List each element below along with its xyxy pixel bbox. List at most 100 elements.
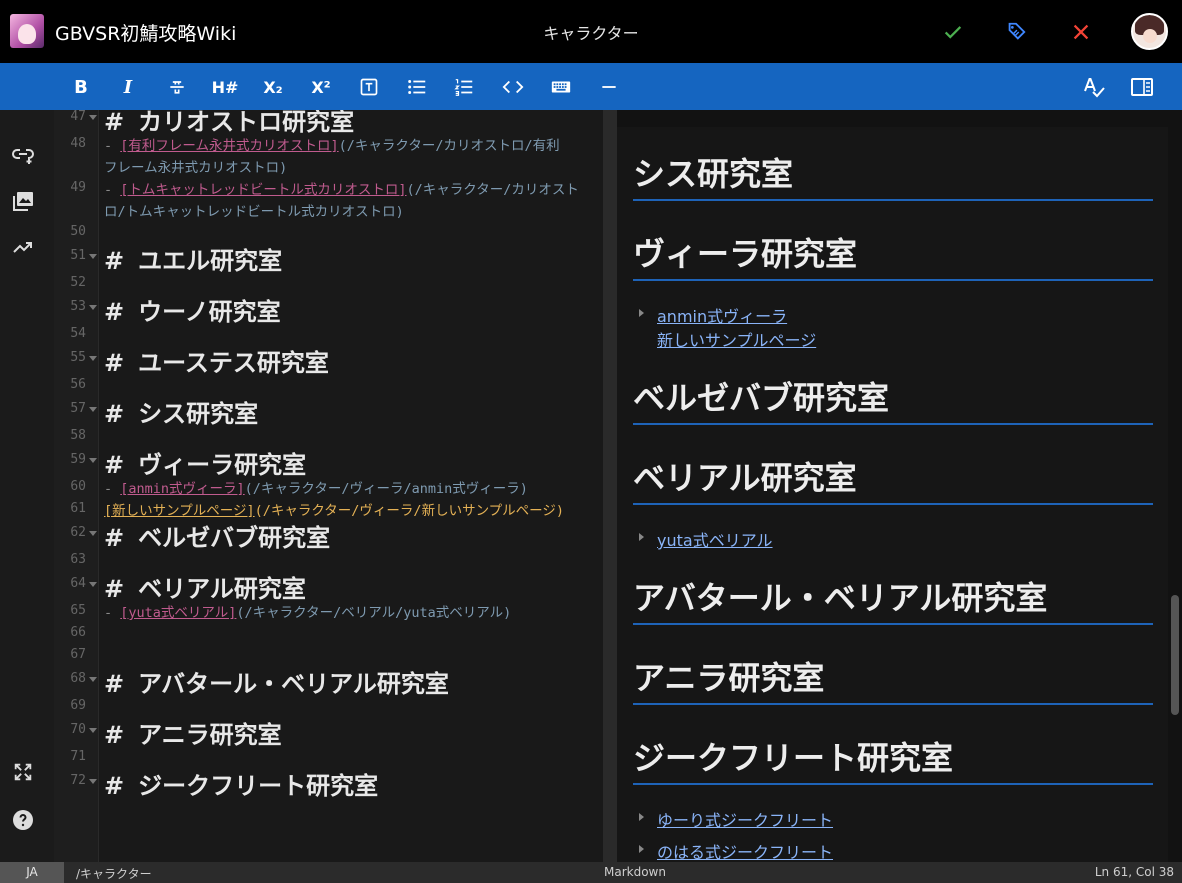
editor-line[interactable]: 52 bbox=[54, 271, 603, 293]
insert-link-button[interactable] bbox=[9, 140, 37, 168]
trend-icon bbox=[13, 242, 32, 253]
line-number: 65 bbox=[70, 603, 86, 618]
status-bar: JA /キャラクター Markdown Ln 61, Col 38 bbox=[0, 862, 1182, 883]
editor-line[interactable]: 57 # シス研究室 bbox=[54, 395, 603, 428]
fold-arrow-icon[interactable] bbox=[89, 582, 97, 587]
markdown-heading: # ジークフリート研究室 bbox=[104, 766, 378, 801]
spellcheck-icon bbox=[1084, 78, 1105, 98]
user-avatar[interactable] bbox=[1131, 13, 1168, 50]
expand-arrow-icon[interactable] bbox=[639, 533, 644, 541]
editor-line[interactable]: 60 - [anmin式ヴィーラ](/キャラクター/ヴィーラ/anmin式ヴィーラ… bbox=[54, 475, 603, 497]
list-marker: - bbox=[104, 182, 121, 198]
language-indicator[interactable]: JA bbox=[0, 862, 64, 883]
code-icon bbox=[502, 80, 524, 94]
save-button[interactable] bbox=[935, 14, 971, 50]
preview-heading: アニラ研究室 bbox=[633, 653, 1153, 705]
preview-link[interactable]: ゆーり式ジークフリート bbox=[657, 807, 833, 831]
strikethrough-icon bbox=[170, 81, 184, 94]
preview-link[interactable]: anmin式ヴィーラ bbox=[657, 303, 787, 327]
editor-line[interactable]: 72 # ジークフリート研究室 bbox=[54, 767, 603, 800]
wiki-logo[interactable] bbox=[10, 14, 44, 48]
fold-arrow-icon[interactable] bbox=[89, 677, 97, 682]
editor-line[interactable]: 48 - [有利フレーム永井式カリオストロ](/キャラクター/カリオストロ/有利フ… bbox=[54, 132, 603, 176]
fold-arrow-icon[interactable] bbox=[89, 779, 97, 784]
toggle-preview-button[interactable] bbox=[1126, 71, 1158, 103]
fold-arrow-icon[interactable] bbox=[89, 305, 97, 310]
preview-scrollbar[interactable] bbox=[1171, 595, 1179, 715]
numbered-list-button[interactable] bbox=[448, 71, 480, 103]
editor-line[interactable]: 61 [新しいサンプルページ](/キャラクター/ヴィーラ/新しいサンプルページ) bbox=[54, 497, 603, 519]
tag-button[interactable] bbox=[998, 14, 1034, 50]
bold-button[interactable]: B bbox=[65, 71, 97, 103]
editor-line[interactable]: 58 bbox=[54, 424, 603, 446]
fold-arrow-icon[interactable] bbox=[89, 254, 97, 259]
line-number: 68 bbox=[70, 671, 86, 686]
expand-arrow-icon[interactable] bbox=[639, 845, 644, 853]
preview-link[interactable]: 新しいサンプルページ bbox=[657, 327, 816, 351]
horizontal-rule-button[interactable] bbox=[593, 71, 625, 103]
line-number: 71 bbox=[70, 749, 86, 764]
editor-line[interactable]: 63 bbox=[54, 548, 603, 570]
image-library-icon bbox=[13, 192, 33, 211]
line-number: 64 bbox=[70, 576, 86, 591]
editor-line[interactable]: 49 - [トムキャットレッドビートル式カリオストロ](/キャラクター/カリオスト… bbox=[54, 176, 603, 220]
fold-arrow-icon[interactable] bbox=[89, 728, 97, 733]
textbox-button[interactable] bbox=[353, 71, 385, 103]
fold-arrow-icon[interactable] bbox=[89, 407, 97, 412]
fold-arrow-icon[interactable] bbox=[89, 115, 97, 120]
preview-link[interactable]: yuta式ベリアル bbox=[657, 527, 773, 551]
editor-line[interactable]: 70 # アニラ研究室 bbox=[54, 716, 603, 749]
wiki-title[interactable]: GBVSR初鯖攻略Wiki bbox=[55, 19, 236, 46]
markdown-link-line: - [anmin式ヴィーラ](/キャラクター/ヴィーラ/anmin式ヴィーラ) bbox=[104, 477, 528, 497]
editor-line[interactable]: 51 # ユエル研究室 bbox=[54, 242, 603, 275]
code-button[interactable] bbox=[497, 71, 529, 103]
editor-line[interactable]: 53 # ウーノ研究室 bbox=[54, 293, 603, 326]
link-label: [トムキャットレッドビートル式カリオストロ] bbox=[120, 182, 407, 198]
strikethrough-button[interactable] bbox=[161, 71, 193, 103]
editor-line[interactable]: 56 bbox=[54, 373, 603, 395]
editor-line[interactable]: 69 bbox=[54, 694, 603, 716]
editor-line[interactable]: 62 # ベルゼバブ研究室 bbox=[54, 519, 603, 552]
editor-line[interactable]: 67 bbox=[54, 643, 603, 665]
fold-arrow-icon[interactable] bbox=[89, 531, 97, 536]
keyboard-icon bbox=[551, 81, 571, 93]
close-button[interactable] bbox=[1063, 14, 1099, 50]
editor-line[interactable]: 50 bbox=[54, 220, 603, 242]
expand-arrow-icon[interactable] bbox=[639, 813, 644, 821]
link-add-icon bbox=[12, 149, 34, 164]
drawio-button[interactable] bbox=[9, 234, 37, 262]
markdown-editor[interactable]: 47 # カリオストロ研究室 48- [有利フレーム永井式カリオストロ](/キャラクタ… bbox=[54, 110, 603, 862]
fold-arrow-icon[interactable] bbox=[89, 356, 97, 361]
italic-button[interactable]: I bbox=[112, 71, 144, 103]
editor-line[interactable]: 66 bbox=[54, 621, 603, 643]
wrapped-link-url: フレーム永井式カリオストロ) bbox=[104, 156, 287, 176]
preview-heading: ヴィーラ研究室 bbox=[633, 229, 1153, 281]
preview-link[interactable]: のはる式ジークフリート bbox=[657, 839, 833, 862]
subscript-button[interactable]: X₂ bbox=[257, 71, 289, 103]
fold-arrow-icon[interactable] bbox=[89, 458, 97, 463]
line-number: 47 bbox=[70, 110, 86, 124]
attachments-button[interactable] bbox=[9, 187, 37, 215]
line-number: 53 bbox=[70, 299, 86, 314]
editor-line[interactable]: 55 # ユーステス研究室 bbox=[54, 344, 603, 377]
editor-line[interactable]: 47 # カリオストロ研究室 bbox=[54, 110, 603, 136]
help-button[interactable] bbox=[9, 806, 37, 834]
heading-button[interactable]: H# bbox=[206, 71, 244, 103]
editor-line[interactable]: 65 - [yuta式ベリアル](/キャラクター/ベリアル/yuta式ベリアル) bbox=[54, 599, 603, 621]
bullet-list-icon bbox=[408, 80, 426, 94]
editor-line[interactable]: 54 bbox=[54, 322, 603, 344]
editor-line[interactable]: 68 # アバタール・ベリアル研究室 bbox=[54, 665, 603, 698]
editor-line[interactable]: 71 bbox=[54, 745, 603, 767]
editor-line[interactable]: 64 # ベリアル研究室 bbox=[54, 570, 603, 603]
keyboard-button[interactable] bbox=[545, 71, 577, 103]
list-marker: - bbox=[104, 605, 121, 621]
spellcheck-button[interactable] bbox=[1078, 71, 1110, 103]
superscript-button[interactable]: X² bbox=[305, 71, 337, 103]
bullet-list-button[interactable] bbox=[401, 71, 433, 103]
pane-divider[interactable] bbox=[603, 110, 617, 862]
numbered-list-icon bbox=[454, 79, 473, 96]
expand-arrow-icon[interactable] bbox=[639, 309, 644, 317]
fullscreen-button[interactable] bbox=[9, 758, 37, 786]
page-path: /キャラクター bbox=[76, 867, 152, 881]
editor-line[interactable]: 59 # ヴィーラ研究室 bbox=[54, 446, 603, 479]
